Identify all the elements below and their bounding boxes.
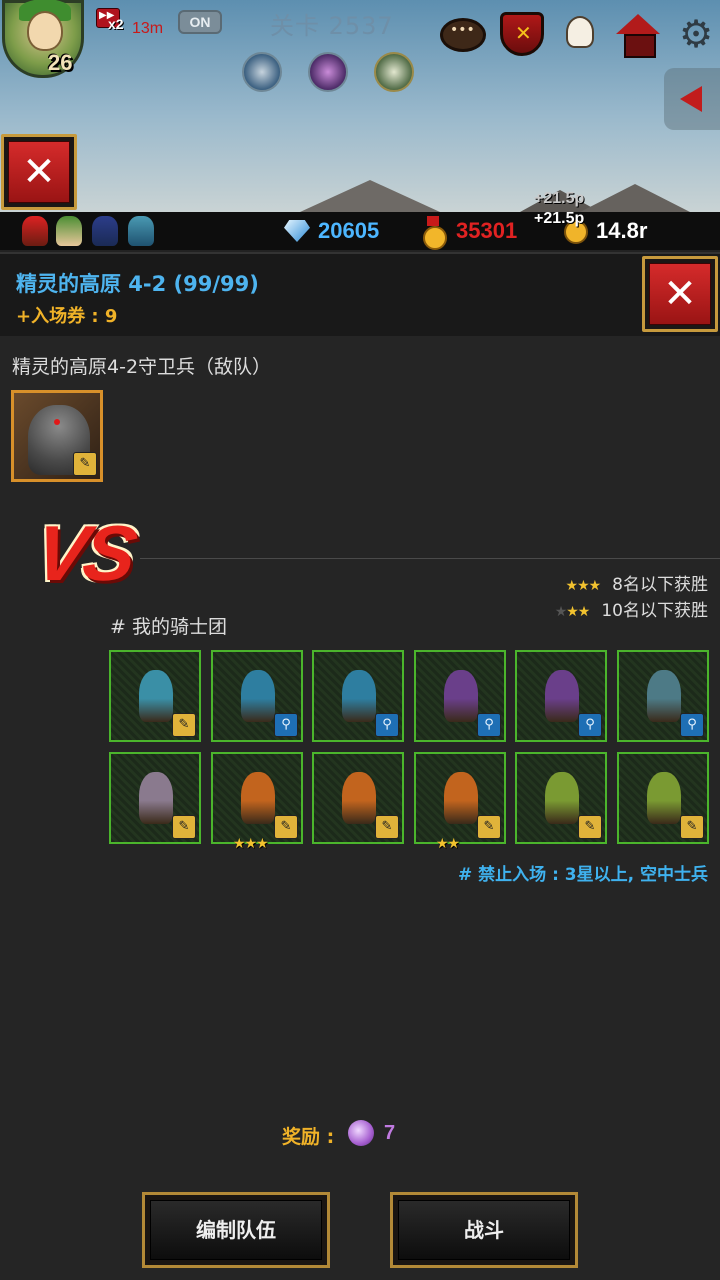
magic-class-icon: ⚲ — [680, 713, 704, 737]
edit-team-button[interactable]: 编制队伍 — [142, 1192, 330, 1268]
blue-goblin-mage-sprite — [342, 670, 376, 722]
magic-class-icon: ⚲ — [477, 713, 501, 737]
blue-goblin-mage-sprite — [241, 670, 275, 722]
sword-class-icon: ✎ — [274, 815, 298, 839]
magic-class-icon: ⚲ — [375, 713, 399, 737]
player-level: 26 — [48, 50, 73, 75]
team-unit-card[interactable]: ✎ ★★ — [414, 752, 506, 852]
skull-shaman-sprite — [647, 670, 681, 722]
pale-bandit-sprite — [139, 772, 173, 824]
hero-mini-icon[interactable] — [56, 216, 82, 246]
my-team-title: # 我的骑士团 — [110, 616, 227, 638]
hero-mini-icon[interactable] — [22, 216, 48, 246]
team-unit-card[interactable]: ⚲ — [414, 650, 506, 742]
buff-icon[interactable] — [374, 52, 414, 92]
shop-house-icon[interactable] — [616, 12, 660, 58]
gem-icon — [284, 220, 310, 242]
speed-timer: 13m — [132, 20, 164, 37]
green-orc-club-sprite — [545, 772, 579, 824]
orange-fox-warrior-sprite — [444, 772, 478, 824]
magic-class-icon: ⚲ — [578, 713, 602, 737]
orange-fox-warrior-sprite — [342, 772, 376, 824]
win-condition-2star: ★★★ 10名以下获胜 — [555, 596, 708, 621]
floating-gold-text: +21.5p — [534, 190, 585, 207]
edit-team-label: 编制队伍 — [150, 1200, 322, 1260]
magic-class-icon: ⚲ — [274, 713, 298, 737]
win-condition-text: 10名以下获胜 — [601, 601, 708, 621]
floating-gold-text: +21.5p — [534, 210, 585, 227]
team-unit-card[interactable]: ⚲ — [211, 650, 303, 742]
purple-hood-mage-sprite — [545, 670, 579, 722]
green-orc-club-sprite — [647, 772, 681, 824]
buff-icon[interactable] — [242, 52, 282, 92]
fight-button[interactable]: 战斗 — [390, 1192, 578, 1268]
ticket-count: +入场券 : 9 — [16, 306, 118, 327]
sword-class-icon: ✎ — [680, 815, 704, 839]
game-scene: 26 x2 13m ON 关卡 2537 ⚙ +21.5p — [0, 0, 720, 212]
side-menu-arrow-icon[interactable] — [664, 68, 720, 130]
three-star-icon: ★★★ — [565, 578, 602, 594]
gold-count: 14.8r — [596, 218, 648, 243]
divider — [140, 558, 720, 559]
blue-goblin-club-sprite — [139, 670, 173, 722]
sword-class-icon: ✎ — [578, 815, 602, 839]
team-unit-card[interactable]: ✎ — [109, 752, 201, 844]
avatar-face — [27, 11, 63, 51]
sword-class-icon: ✎ — [73, 452, 97, 476]
win-condition-3star: ★★★ 8名以下获胜 — [566, 570, 708, 595]
gem-count: 20605 — [318, 218, 380, 243]
team-unit-card[interactable]: ✎ — [515, 752, 607, 844]
fight-label: 战斗 — [398, 1200, 570, 1260]
mountain-decor — [580, 184, 690, 212]
resource-bar: 20605 35301 14.8r — [0, 212, 720, 250]
purple-orb-icon — [348, 1120, 374, 1146]
stage-title: 关卡 2537 — [270, 12, 394, 40]
guild-shield-icon[interactable] — [500, 12, 544, 56]
buff-icon[interactable] — [308, 52, 348, 92]
reward-label: 奖励 : — [282, 1126, 335, 1148]
sword-class-icon: ✎ — [172, 815, 196, 839]
orange-fox-warrior-sprite — [241, 772, 275, 824]
team-unit-card[interactable]: ⚲ — [617, 650, 709, 742]
close-panel-button[interactable] — [642, 256, 718, 332]
medal-icon — [422, 216, 447, 250]
team-unit-card[interactable]: ✎ — [109, 650, 201, 742]
team-unit-card[interactable]: ✎ ★★★ — [211, 752, 303, 852]
close-icon — [8, 141, 70, 203]
unit-star-icon: ★★★ — [233, 836, 269, 852]
enemy-unit-card[interactable]: ✎ — [11, 390, 103, 482]
mountain-decor — [300, 180, 440, 212]
team-unit-card[interactable]: ⚲ — [515, 650, 607, 742]
stage-panel-header: 精灵的高原 4-2 (99/99) +入场券 : 9 — [0, 252, 720, 336]
team-unit-card[interactable]: ✎ — [617, 752, 709, 844]
stage-name: 精灵的高原 4-2 (99/99) — [16, 272, 259, 296]
enemy-team-title: 精灵的高原4-2守卫兵（敌队） — [12, 356, 272, 378]
two-star-icon: ★★★ — [554, 604, 591, 620]
team-unit-grid: ✎ ⚲ ⚲ ⚲ ⚲ ⚲ ✎ ✎ ★★★ ✎ ✎ ★★ ✎ ✎ — [109, 650, 709, 852]
unit-star-icon: ★★ — [436, 836, 460, 852]
close-icon — [649, 263, 711, 325]
team-unit-card[interactable]: ⚲ — [312, 650, 404, 742]
auto-toggle[interactable]: ON — [178, 10, 222, 34]
enemy-eye — [54, 419, 60, 425]
gear-icon[interactable]: ⚙ — [674, 12, 718, 56]
angel-icon[interactable] — [556, 12, 604, 56]
hero-mini-icon[interactable] — [92, 216, 118, 246]
sword-class-icon: ✎ — [477, 815, 501, 839]
team-unit-card[interactable]: ✎ — [312, 752, 404, 844]
vs-logo: VS — [29, 509, 139, 597]
sword-class-icon: ✎ — [375, 815, 399, 839]
speed-label: x2 — [108, 16, 124, 32]
reward-value: 7 — [384, 1122, 396, 1144]
medal-count: 35301 — [456, 218, 518, 243]
purple-hood-mage-sprite — [444, 670, 478, 722]
win-condition-text: 8名以下获胜 — [612, 575, 708, 595]
chat-icon[interactable] — [438, 12, 486, 56]
hero-mini-icon[interactable] — [128, 216, 154, 246]
ban-rule-text: # 禁止入场 : 3星以上, 空中士兵 — [457, 865, 708, 885]
sword-class-icon: ✎ — [172, 713, 196, 737]
close-game-menu-button[interactable] — [1, 134, 77, 210]
